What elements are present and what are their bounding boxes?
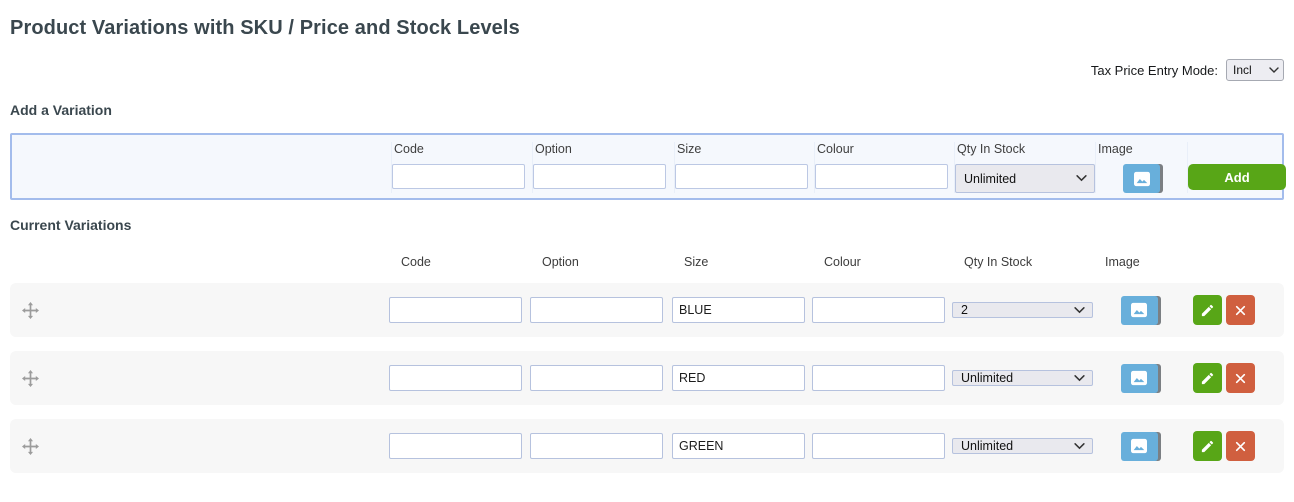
add-button[interactable]: Add bbox=[1188, 164, 1286, 190]
code-input[interactable] bbox=[389, 433, 522, 459]
row-image-button[interactable] bbox=[1121, 432, 1158, 461]
tax-mode-select[interactable]: Incl bbox=[1226, 59, 1284, 81]
image-icon bbox=[1130, 438, 1148, 454]
image-icon bbox=[1133, 171, 1151, 187]
add-size-input[interactable] bbox=[675, 164, 808, 189]
option-input[interactable] bbox=[530, 365, 663, 391]
close-icon bbox=[1234, 372, 1247, 385]
add-variation-box: Code Option Size Colour Qty In Stock Ima… bbox=[10, 133, 1284, 200]
colour-input[interactable] bbox=[812, 365, 945, 391]
add-variation-input-row: Unlimited Add bbox=[12, 164, 1282, 190]
edit-button[interactable] bbox=[1193, 363, 1222, 393]
delete-button[interactable] bbox=[1226, 431, 1255, 461]
size-input[interactable] bbox=[672, 297, 805, 323]
column-header-code: Code bbox=[389, 255, 530, 269]
column-header-image: Image bbox=[1093, 255, 1185, 269]
move-icon bbox=[22, 438, 39, 455]
pencil-icon bbox=[1200, 439, 1215, 454]
column-header-image: Image bbox=[1095, 142, 1187, 164]
column-header-qty: Qty In Stock bbox=[954, 142, 1095, 164]
drag-handle[interactable] bbox=[22, 438, 39, 455]
option-input[interactable] bbox=[530, 433, 663, 459]
tax-mode-label: Tax Price Entry Mode: bbox=[1091, 63, 1218, 78]
page-title: Product Variations with SKU / Price and … bbox=[10, 16, 1284, 40]
drag-handle[interactable] bbox=[22, 302, 39, 319]
current-variations-header-row: Code Option Size Colour Qty In Stock Ima… bbox=[10, 255, 1284, 269]
add-image-button[interactable] bbox=[1123, 164, 1160, 193]
image-icon bbox=[1130, 370, 1148, 386]
move-icon bbox=[22, 370, 39, 387]
product-variations-page: Product Variations with SKU / Price and … bbox=[0, 16, 1294, 473]
column-header-code: Code bbox=[391, 142, 532, 164]
image-icon bbox=[1130, 302, 1148, 318]
qty-select[interactable]: Unlimited bbox=[952, 438, 1093, 454]
column-header-size: Size bbox=[674, 142, 814, 164]
column-header-colour: Colour bbox=[814, 142, 954, 164]
colour-input[interactable] bbox=[812, 433, 945, 459]
move-icon bbox=[22, 302, 39, 319]
row-image-button[interactable] bbox=[1121, 364, 1158, 393]
column-header-colour: Colour bbox=[812, 255, 952, 269]
colour-input[interactable] bbox=[812, 297, 945, 323]
pencil-icon bbox=[1200, 303, 1215, 318]
delete-button[interactable] bbox=[1226, 295, 1255, 325]
add-code-input[interactable] bbox=[392, 164, 525, 189]
option-input[interactable] bbox=[530, 297, 663, 323]
add-variation-header-row: Code Option Size Colour Qty In Stock Ima… bbox=[12, 142, 1282, 164]
code-input[interactable] bbox=[389, 365, 522, 391]
column-header-size: Size bbox=[672, 255, 812, 269]
add-colour-input[interactable] bbox=[815, 164, 948, 189]
drag-handle[interactable] bbox=[22, 370, 39, 387]
edit-button[interactable] bbox=[1193, 431, 1222, 461]
code-input[interactable] bbox=[389, 297, 522, 323]
column-header-qty: Qty In Stock bbox=[952, 255, 1093, 269]
qty-select[interactable]: Unlimited bbox=[952, 370, 1093, 386]
close-icon bbox=[1234, 304, 1247, 317]
current-variations-heading: Current Variations bbox=[10, 217, 1284, 233]
tax-mode-row: Tax Price Entry Mode: Incl bbox=[10, 58, 1284, 82]
size-input[interactable] bbox=[672, 365, 805, 391]
pencil-icon bbox=[1200, 371, 1215, 386]
column-header-option: Option bbox=[530, 255, 672, 269]
variation-row: Unlimited bbox=[10, 351, 1284, 405]
add-variation-heading: Add a Variation bbox=[10, 102, 1284, 118]
size-input[interactable] bbox=[672, 433, 805, 459]
edit-button[interactable] bbox=[1193, 295, 1222, 325]
column-header-option: Option bbox=[532, 142, 674, 164]
variation-row: 2 bbox=[10, 283, 1284, 337]
variation-row: Unlimited bbox=[10, 419, 1284, 473]
delete-button[interactable] bbox=[1226, 363, 1255, 393]
add-option-input[interactable] bbox=[533, 164, 666, 189]
row-image-button[interactable] bbox=[1121, 296, 1158, 325]
add-qty-select[interactable]: Unlimited bbox=[955, 164, 1095, 193]
close-icon bbox=[1234, 440, 1247, 453]
qty-select[interactable]: 2 bbox=[952, 302, 1093, 318]
